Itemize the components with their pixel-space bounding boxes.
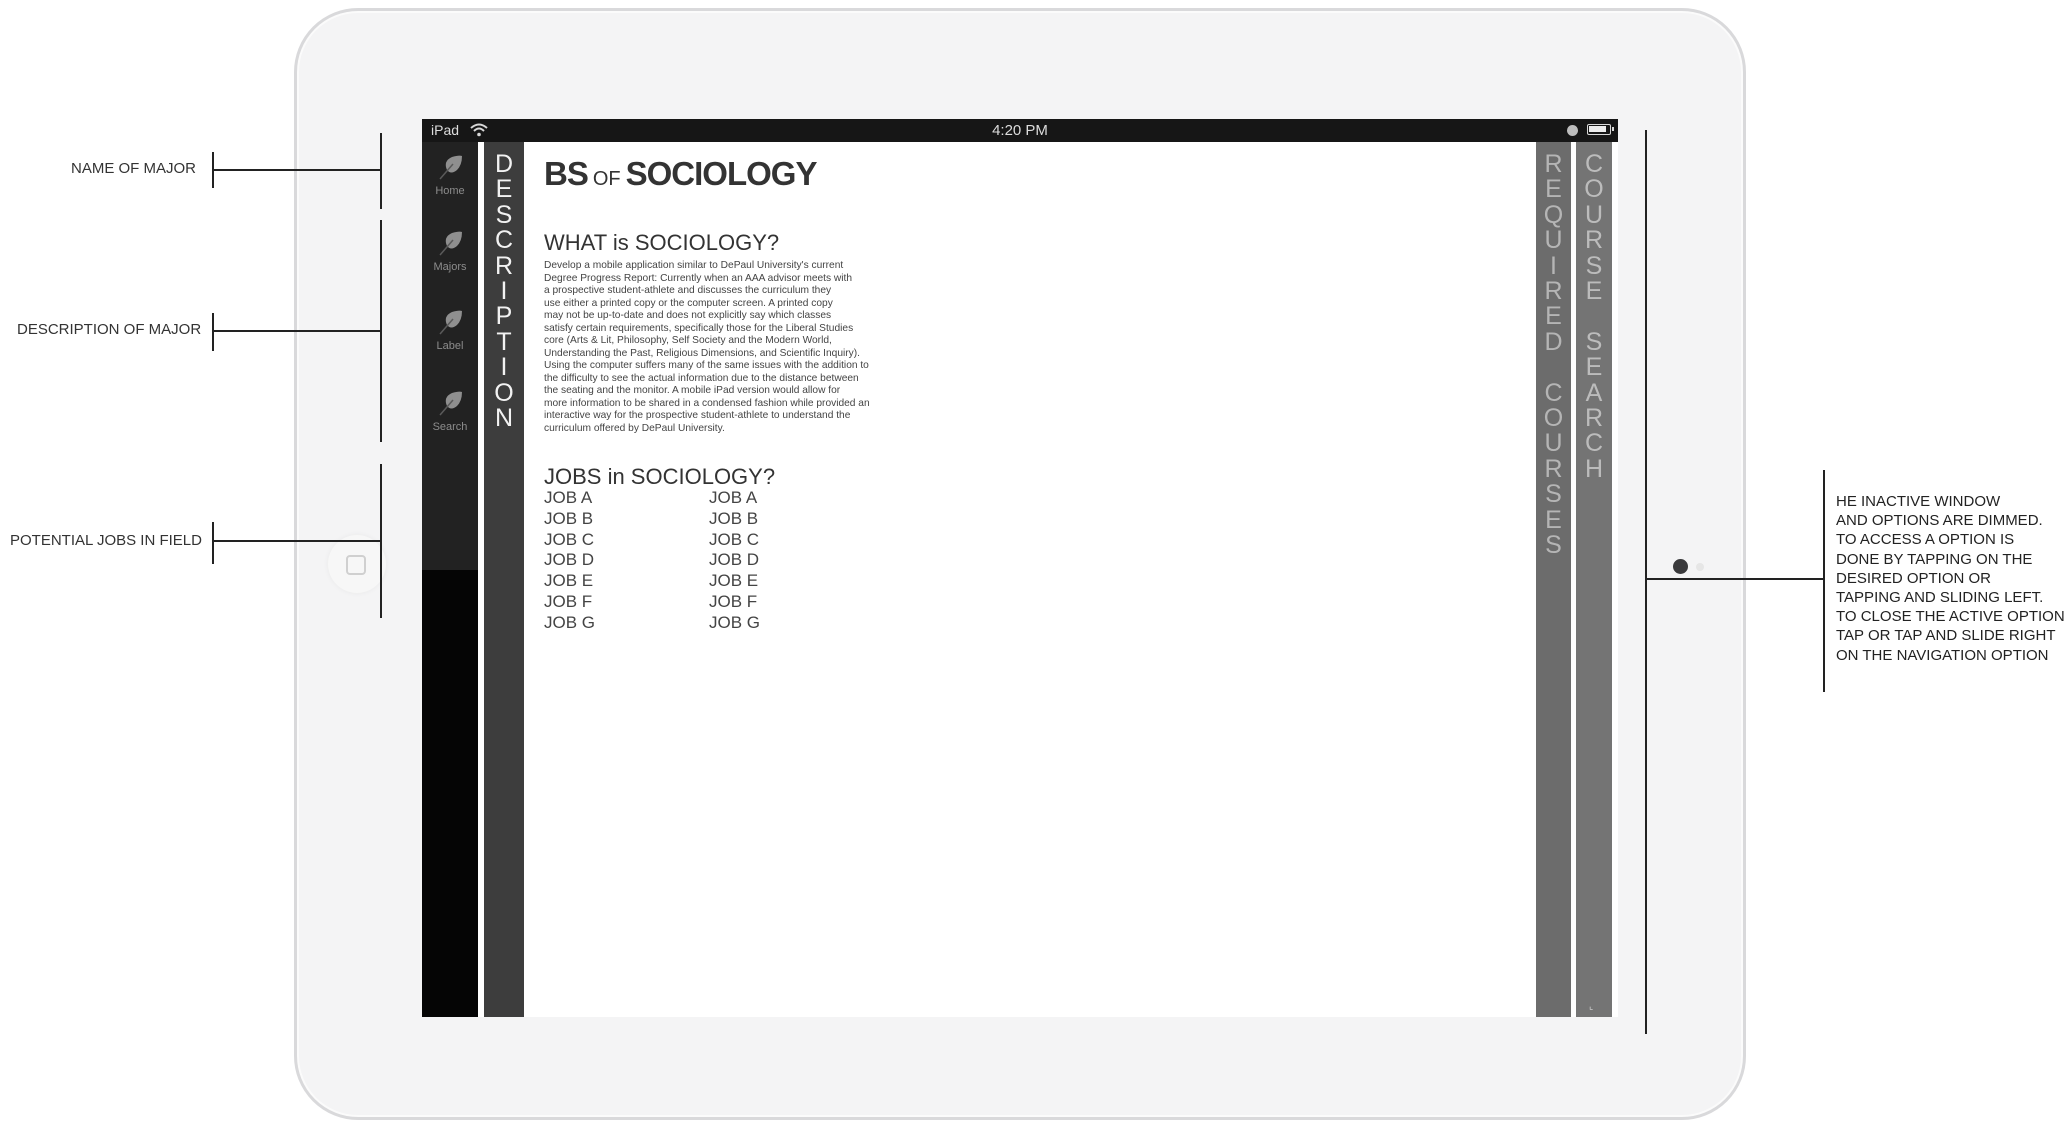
- description-line: Using the computer suffers many of the s…: [544, 360, 869, 371]
- annotation-connector: [212, 330, 381, 332]
- annotation-note-line: ON THE NAVIGATION OPTION: [1836, 646, 2049, 664]
- job-item: JOB E: [709, 571, 759, 591]
- tab-required-courses-label: R E Q U I R E D C O U R S E S: [1543, 150, 1564, 560]
- status-bar: iPad 4:20 PM: [422, 119, 1618, 142]
- sidebar-item-label: Home: [435, 185, 465, 197]
- jobs-list-right: JOB A JOB B JOB C JOB D JOB E JOB F JOB …: [709, 488, 849, 634]
- job-item: JOB A: [544, 488, 593, 507]
- job-item: JOB D: [544, 550, 595, 570]
- description-line: Develop a mobile application similar to …: [544, 260, 844, 271]
- sidebar-item-home[interactable]: Home: [422, 150, 478, 210]
- description-line: may not be up-to-date and does not expli…: [544, 310, 832, 321]
- sidebar-panel: Home Majors Label Search: [422, 142, 478, 570]
- tab-course-search[interactable]: C O U R S E S E A R C H: [1576, 142, 1612, 1017]
- annotation-navigation-note: HE INACTIVE WINDOW AND OPTIONS ARE DIMME…: [1836, 492, 2066, 665]
- major-name: SOCIOLOGY: [625, 155, 818, 192]
- battery-icon: [1587, 124, 1614, 135]
- sidebar: Home Majors Label Search: [422, 142, 478, 1017]
- title-of: OF: [592, 168, 621, 190]
- job-item: JOB F: [544, 591, 593, 611]
- page-title: BS OF SOCIOLOGY: [544, 155, 818, 193]
- camera-sensor: [1696, 563, 1704, 571]
- description-line: a prospective student-athlete and discus…: [544, 285, 832, 296]
- leaf-icon: [439, 391, 462, 416]
- tab-description-label: D E S C R I P T I O N: [494, 150, 514, 433]
- job-item: JOB C: [709, 529, 760, 549]
- annotation-note-line: HE INACTIVE WINDOW: [1836, 493, 2001, 510]
- annotation-note-line: TO ACCESS A OPTION IS: [1836, 531, 2015, 549]
- description-body: Develop a mobile application similar to …: [544, 260, 914, 435]
- annotation-bracket: [1823, 470, 1825, 692]
- annotation-connector: [212, 540, 381, 542]
- annotation-bracket: [380, 464, 382, 618]
- annotation-bracket: [380, 133, 382, 209]
- description-line: more information to be shared in a conde…: [544, 397, 870, 409]
- rotation-lock-icon: [1567, 125, 1578, 136]
- jobs-heading: JOBS in SOCIOLOGY?: [544, 464, 776, 489]
- camera-icon: [1673, 559, 1688, 574]
- description-heading: WHAT is SOCIOLOGY?: [544, 230, 780, 255]
- sidebar-item-majors[interactable]: Majors: [422, 226, 478, 286]
- sidebar-item-label: Majors: [433, 261, 467, 273]
- leaf-icon: [439, 155, 462, 180]
- job-item: JOB G: [709, 612, 761, 632]
- annotation-connector: [1645, 578, 1825, 580]
- job-item: JOB G: [544, 612, 596, 632]
- major-content: BS OF SOCIOLOGY WHAT is SOCIOLOGY? Develop…: [544, 155, 1504, 995]
- leaf-icon: [439, 231, 462, 256]
- sidebar-item-search[interactable]: Search: [422, 386, 478, 446]
- ipad-screen: iPad 4:20 PM Home Majors Label Search D …: [422, 119, 1618, 1017]
- annotation-note-line: DONE BY TAPPING ON THE: [1836, 550, 2033, 568]
- annotation-note-line: TAP OR TAP AND SLIDE RIGHT: [1836, 627, 2056, 645]
- tab-description[interactable]: D E S C R I P T I O N: [484, 142, 524, 1017]
- annotation-note-line: TO CLOSE THE ACTIVE OPTION: [1836, 608, 2065, 626]
- job-item: JOB F: [709, 591, 758, 611]
- annotation-description-of-major: DESCRIPTION OF MAJOR: [17, 321, 202, 338]
- description-line: core (Arts & Lit, Philosophy, Self Socie…: [544, 335, 832, 346]
- description-line: interactive way for the prospective stud…: [544, 410, 851, 421]
- description-line: curriculum offered by DePaul University.: [544, 422, 725, 434]
- resize-handle-icon: ⌞: [1589, 1001, 1594, 1011]
- annotation-bracket: [212, 522, 214, 564]
- annotation-connector: [212, 169, 381, 171]
- jobs-list-left: JOB A JOB B JOB C JOB D JOB E JOB F JOB …: [544, 488, 684, 634]
- tab-course-search-label: C O U R S E S E A R C H: [1584, 150, 1604, 483]
- sidebar-item-label: Search: [432, 421, 468, 433]
- annotation-note-line: TAPPING AND SLIDING LEFT.: [1836, 589, 2044, 607]
- sidebar-item-label: Label: [436, 340, 464, 352]
- job-item: JOB B: [544, 508, 594, 528]
- degree-type: BS: [544, 155, 589, 192]
- annotation-bracket: [380, 220, 382, 442]
- description-line: Degree Progress Report: Currently when a…: [544, 272, 853, 284]
- annotation-bracket: [212, 313, 214, 351]
- description-line: the difficulty to see the actual informa…: [544, 372, 859, 384]
- leaf-icon: [439, 310, 462, 335]
- annotation-potential-jobs: POTENTIAL JOBS IN FIELD: [10, 532, 202, 549]
- job-item: JOB A: [709, 488, 758, 507]
- home-button-icon: [346, 555, 366, 575]
- annotation-name-of-major: NAME OF MAJOR: [71, 160, 197, 177]
- tab-required-courses[interactable]: R E Q U I R E D C O U R S E S: [1536, 142, 1571, 1017]
- description-line: the seating and the monitor. A mobile iP…: [544, 385, 841, 396]
- annotation-note-line: AND OPTIONS ARE DIMMED.: [1836, 512, 2043, 530]
- status-time: 4:20 PM: [992, 122, 1048, 139]
- job-item: JOB B: [709, 508, 759, 528]
- description-line: Understanding the Past, Religious Dimens…: [544, 347, 860, 359]
- annotation-note-line: DESIRED OPTION OR: [1836, 569, 1992, 587]
- description-line: use either a printed copy or the compute…: [544, 297, 833, 309]
- annotation-bracket: [1645, 130, 1647, 1034]
- description-line: satisfy certain requirements, specifical…: [544, 322, 854, 334]
- job-item: JOB E: [544, 571, 594, 591]
- job-item: JOB C: [544, 529, 595, 549]
- job-item: JOB D: [709, 550, 760, 570]
- sidebar-item-label-nav[interactable]: Label: [422, 305, 478, 365]
